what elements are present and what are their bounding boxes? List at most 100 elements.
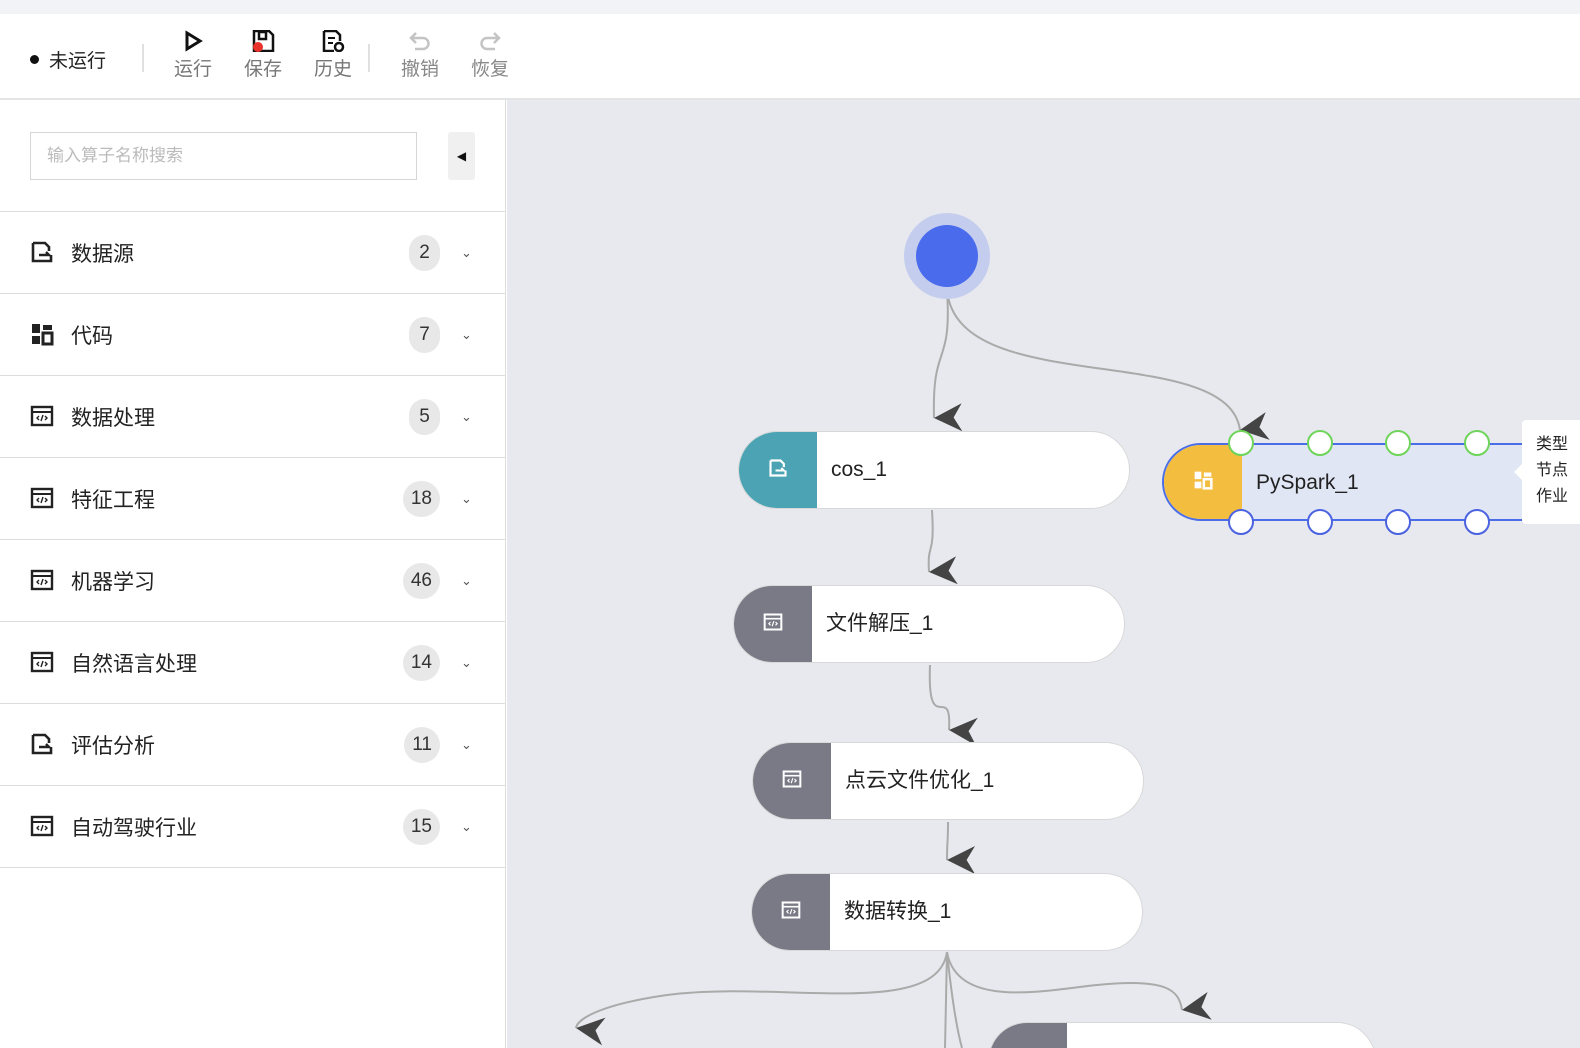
category-label: 自动驾驶行业 [71, 816, 197, 840]
history-button[interactable]: 历史 [308, 30, 358, 81]
window-code-icon [763, 612, 783, 637]
node-name: 数据转换_1 [844, 900, 952, 923]
category-label: 数据源 [71, 242, 134, 266]
undo-icon [409, 32, 430, 51]
play-icon [185, 30, 203, 52]
edge [928, 664, 978, 746]
category-6[interactable]: 评估分析 11 ⌄ [0, 704, 506, 786]
flow-node[interactable]: PySpark_1 [1162, 443, 1580, 521]
edge [944, 951, 963, 1048]
flow-node[interactable]: 数据转换_1 [751, 873, 1143, 951]
window-code-icon [781, 900, 801, 925]
run-label: 运行 [173, 59, 212, 80]
node-type-badge [734, 586, 812, 662]
collapse-sidebar-button[interactable]: ◀ [448, 132, 475, 180]
node-type-badge [1164, 445, 1242, 519]
run-button[interactable]: 运行 [168, 30, 218, 81]
category-count-badge: 7 [409, 316, 440, 353]
node-type-badge [989, 1023, 1067, 1048]
input-port[interactable] [1464, 430, 1490, 456]
chevron-down-icon[interactable]: ⌄ [461, 737, 472, 753]
window-code-icon [30, 650, 54, 674]
category-7[interactable]: 自动驾驶行业 15 ⌄ [0, 786, 506, 868]
tooltip-line: 类型 [1536, 436, 1569, 453]
window-code-icon [30, 568, 54, 592]
operator-search-input[interactable] [30, 132, 417, 180]
flow-node[interactable] [988, 1022, 1376, 1048]
flow-node[interactable]: 文件解压_1 [733, 585, 1125, 663]
status-label: 未运行 [49, 51, 107, 72]
operator-sidebar: ◀ 数据源 2 ⌄ 代码 7 ⌄ 数据处理 5 ⌄ 特征工程 18 ⌄ 机器学习 46 ⌄ 自然语言处理 14 ⌄… [0, 100, 506, 1048]
save-button[interactable]: 保存 [238, 30, 288, 81]
redo-label: 恢复 [470, 59, 509, 80]
divider [142, 44, 144, 72]
chevron-down-icon[interactable]: ⌄ [461, 491, 472, 507]
code-icon [30, 322, 54, 346]
category-count-badge: 15 [402, 808, 440, 845]
chevron-down-icon[interactable]: ⌄ [461, 573, 472, 589]
chevron-down-icon[interactable]: ⌄ [461, 655, 472, 671]
window-code-icon [30, 486, 54, 510]
edge [932, 289, 963, 432]
datasource-icon [30, 732, 54, 756]
edge [927, 509, 958, 585]
chevron-down-icon[interactable]: ⌄ [461, 409, 472, 425]
datasource-icon [768, 458, 788, 483]
category-label: 特征工程 [71, 488, 155, 512]
category-count-badge: 11 [404, 726, 440, 763]
category-label: 自然语言处理 [71, 652, 197, 676]
edge [575, 951, 948, 1046]
node-type-badge [739, 432, 817, 508]
history-icon [322, 30, 345, 52]
flow-node[interactable]: cos_1 [738, 431, 1130, 509]
input-port[interactable] [1228, 430, 1254, 456]
window-code-icon [30, 404, 54, 428]
input-port[interactable] [1385, 430, 1411, 456]
category-count-badge: 18 [402, 480, 440, 517]
category-label: 评估分析 [71, 734, 155, 758]
category-4[interactable]: 机器学习 46 ⌄ [0, 540, 506, 622]
category-label: 代码 [71, 324, 113, 348]
toolbar: 未运行 运行 保存 历史 撤销 恢复 [0, 14, 1580, 100]
node-type-badge [753, 743, 831, 819]
category-0[interactable]: 数据源 2 ⌄ [0, 212, 506, 294]
node-name: 点云文件优化_1 [845, 769, 995, 792]
redo-icon [480, 32, 501, 51]
start-node[interactable] [916, 225, 978, 287]
edge [946, 821, 976, 875]
output-port[interactable] [1307, 509, 1333, 535]
chevron-down-icon[interactable]: ⌄ [461, 327, 472, 343]
category-3[interactable]: 特征工程 18 ⌄ [0, 458, 506, 540]
node-name: cos_1 [831, 458, 888, 481]
divider [368, 44, 370, 72]
save-icon [252, 30, 275, 52]
output-port[interactable] [1464, 509, 1490, 535]
flow-canvas[interactable]: cos_1 文件解压_1 点云文件优化_1 数据转换_1 PySpark_1 类型 节点作… [507, 100, 1580, 1048]
top-strip [0, 0, 1580, 14]
save-label: 保存 [243, 59, 282, 80]
chevron-down-icon[interactable]: ⌄ [461, 819, 472, 835]
output-port[interactable] [1385, 509, 1411, 535]
category-1[interactable]: 代码 7 ⌄ [0, 294, 506, 376]
window-code-icon [30, 814, 54, 838]
category-5[interactable]: 自然语言处理 14 ⌄ [0, 622, 506, 704]
input-port[interactable] [1307, 430, 1333, 456]
category-count-badge: 5 [409, 398, 440, 435]
undo-button[interactable]: 撤销 [395, 30, 445, 81]
node-tooltip: 类型 节点 作业 [1514, 420, 1580, 524]
redo-button[interactable]: 恢复 [465, 30, 515, 81]
tooltip-line: 作业 [1536, 488, 1569, 505]
output-port[interactable] [1228, 509, 1254, 535]
edge [946, 289, 1270, 440]
history-label: 历史 [313, 59, 352, 80]
category-count-badge: 2 [409, 234, 440, 271]
undo-label: 撤销 [400, 59, 439, 80]
chevron-down-icon[interactable]: ⌄ [461, 245, 472, 261]
node-name: PySpark_1 [1256, 471, 1359, 494]
flow-node[interactable]: 点云文件优化_1 [752, 742, 1144, 820]
node-type-badge [752, 874, 830, 950]
category-2[interactable]: 数据处理 5 ⌄ [0, 376, 506, 458]
category-list: 数据源 2 ⌄ 代码 7 ⌄ 数据处理 5 ⌄ 特征工程 18 ⌄ 机器学习 46 ⌄ 自然语言处理 14 ⌄ 评估… [0, 211, 506, 868]
category-label: 机器学习 [71, 570, 155, 594]
edge [946, 951, 1212, 1020]
